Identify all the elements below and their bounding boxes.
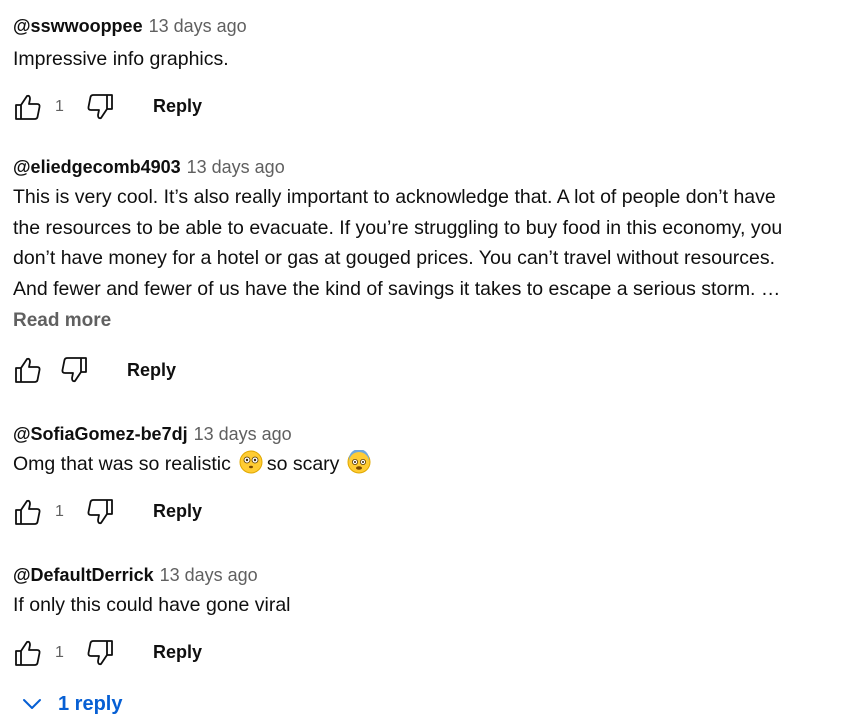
comment-actions: 1 Reply xyxy=(13,89,848,125)
reply-button[interactable]: Reply xyxy=(153,96,202,117)
flushed-face-emoji xyxy=(239,450,263,474)
reply-button[interactable]: Reply xyxy=(153,642,202,663)
thumbs-up-icon[interactable] xyxy=(13,497,43,527)
view-replies-button[interactable]: 1 reply xyxy=(20,692,122,716)
comment-time[interactable]: 13 days ago xyxy=(160,565,258,585)
thumbs-down-icon[interactable] xyxy=(85,92,115,122)
comment-text: Impressive info graphics. xyxy=(13,48,229,70)
comment-actions: 1 Reply xyxy=(13,494,848,530)
comment-header: @SofiaGomez-be7dj 13 days ago xyxy=(13,422,848,446)
comment-author[interactable]: @eliedgecomb4903 xyxy=(13,157,181,177)
comment-text-part: so scary xyxy=(266,453,340,475)
comment-thread: @eliedgecomb4903 13 days ago This is very… xyxy=(13,155,848,388)
like-count: 1 xyxy=(55,502,64,520)
comment-author[interactable]: @sswwooppee xyxy=(13,16,143,36)
comment-thread: @sswwooppee 13 days ago Impressive info g… xyxy=(13,14,848,125)
fearful-face-emoji xyxy=(347,450,371,474)
like-count: 1 xyxy=(55,97,64,115)
comment-text-line: This is very cool. It’s also really impo… xyxy=(13,186,776,208)
comment-time[interactable]: 13 days ago xyxy=(187,157,285,177)
comment-time[interactable]: 13 days ago xyxy=(149,16,247,36)
comment-text: This is very cool. It’s also really impo… xyxy=(13,182,848,304)
comment-header: @sswwooppee 13 days ago xyxy=(13,14,848,38)
comment-text-part: Omg that was so realistic xyxy=(13,453,231,475)
like-count: 1 xyxy=(55,643,64,661)
replies-count-label: 1 reply xyxy=(58,692,123,715)
comment-text: If only this could have gone viral xyxy=(13,594,291,616)
comment-text-line: don’t have money for a hotel or gas at g… xyxy=(13,247,776,269)
comment-text: Omg that was so realistic so scary xyxy=(13,449,848,480)
comment-actions: 1 Reply xyxy=(13,635,848,671)
chevron-down-icon xyxy=(20,692,44,716)
thumbs-up-icon[interactable] xyxy=(13,92,43,122)
thumbs-down-icon[interactable] xyxy=(85,638,115,668)
comment-time[interactable]: 13 days ago xyxy=(194,424,292,444)
thumbs-down-icon[interactable] xyxy=(85,497,115,527)
thumbs-up-icon[interactable] xyxy=(13,638,43,668)
comment-thread: @SofiaGomez-be7dj 13 days ago Omg that wa… xyxy=(13,422,848,530)
comment-text-line: And fewer and fewer of us have the kind … xyxy=(13,277,781,300)
thumbs-up-icon[interactable] xyxy=(13,355,43,385)
comment-text-line: the resources to be able to evacuate. If… xyxy=(13,216,783,239)
reply-button[interactable]: Reply xyxy=(127,360,176,381)
comment-thread: @DefaultDerrick 13 days ago If only this … xyxy=(13,563,848,671)
reply-button[interactable]: Reply xyxy=(153,501,202,522)
comment-header: @DefaultDerrick 13 days ago xyxy=(13,563,848,587)
comment-actions: Reply xyxy=(13,352,848,388)
read-more-button[interactable]: Read more xyxy=(13,308,848,334)
comments-section: @sswwooppee 13 days ago Impressive info g… xyxy=(0,0,855,728)
comment-author[interactable]: @DefaultDerrick xyxy=(13,565,154,585)
thumbs-down-icon[interactable] xyxy=(59,355,89,385)
comment-header: @eliedgecomb4903 13 days ago xyxy=(13,155,848,179)
comment-author[interactable]: @SofiaGomez-be7dj xyxy=(13,424,188,444)
